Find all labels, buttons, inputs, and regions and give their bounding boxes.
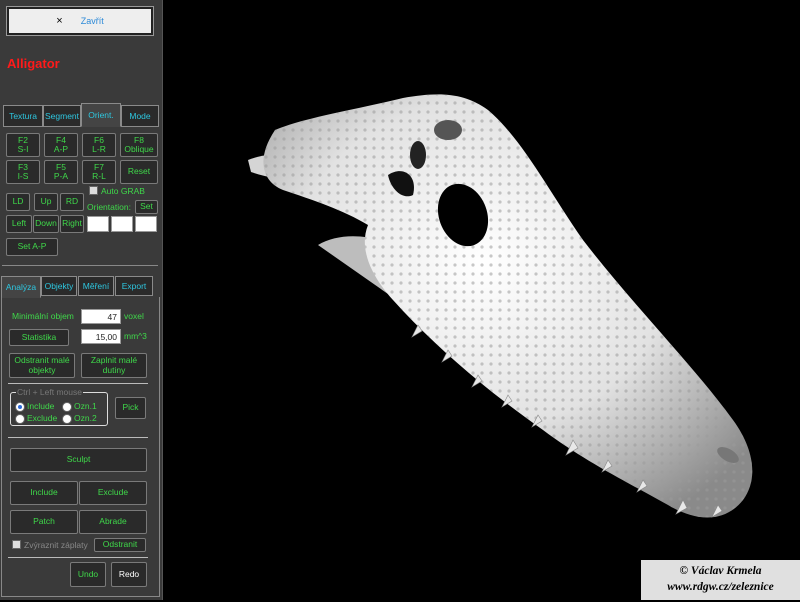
include-radio-label: Include [27, 401, 55, 411]
orientation-field-1[interactable] [87, 216, 109, 232]
exclude-radio-label: Exclude [27, 413, 58, 423]
include-button[interactable]: Include [10, 481, 78, 505]
radio-icon [62, 413, 72, 424]
abrade-button[interactable]: Abrade [79, 510, 147, 534]
exclude-radio[interactable]: Exclude [15, 413, 57, 424]
tab-orient[interactable]: Orient. [81, 103, 121, 127]
tab-objekty[interactable]: Objekty [41, 276, 77, 296]
undo-button[interactable]: Undo [70, 562, 106, 587]
tab-mode[interactable]: Mode [121, 105, 159, 127]
exclude-button[interactable]: Exclude [79, 481, 147, 505]
tab-analyza[interactable]: Analýza [1, 276, 41, 298]
auto-grab-label: Auto GRAB [101, 186, 145, 196]
orientation-set-button[interactable]: Set [135, 200, 158, 214]
rotate-up-button[interactable]: Up [34, 193, 58, 211]
close-button[interactable]: × Zavřít [6, 6, 154, 36]
rotate-rd-button[interactable]: RD [60, 193, 84, 211]
patch-button[interactable]: Patch [10, 510, 78, 534]
ozn1-radio[interactable]: Ozn.1 [62, 401, 97, 412]
orientation-label: Orientation: [87, 202, 131, 212]
ozn2-radio-label: Ozn.2 [74, 413, 97, 423]
tab-export[interactable]: Export [115, 276, 153, 296]
set-a-p-button[interactable]: Set A-P [6, 238, 58, 256]
auto-grab-checkbox[interactable] [89, 186, 98, 195]
include-radio[interactable]: Include [15, 401, 54, 412]
divider [8, 557, 148, 558]
close-label: Zavřít [80, 16, 104, 26]
view-s-i-button[interactable]: F2 S-I [6, 133, 40, 157]
pick-button[interactable]: Pick [115, 397, 146, 419]
min-volume-label: Minimální objem [12, 311, 74, 321]
radio-icon [62, 401, 72, 412]
orientation-field-3[interactable] [135, 216, 157, 232]
tab-mereni[interactable]: Měření [78, 276, 114, 296]
view-l-r-button[interactable]: F6 L-R [82, 133, 116, 157]
alligator-skull-render [248, 94, 753, 518]
divider [8, 383, 148, 384]
control-panel: × Zavřít Alligator Textura Segment Orien… [0, 0, 163, 600]
view-r-l-button[interactable]: F7 R-L [82, 160, 116, 184]
rotate-ld-button[interactable]: LD [6, 193, 30, 211]
remove-patches-button[interactable]: Odstranit [94, 538, 146, 552]
tab-textura[interactable]: Textura [3, 105, 43, 127]
tab-segment[interactable]: Segment [43, 105, 81, 127]
skull-shape [248, 94, 753, 518]
rotate-left-button[interactable]: Left [6, 215, 32, 233]
model-title: Alligator [7, 56, 60, 71]
statistics-button[interactable]: Statistika [9, 329, 69, 346]
mouse-mode-group-label: Ctrl + Left mouse [16, 387, 83, 397]
highlight-patches-label: Zvýraznit záplaty [24, 540, 88, 550]
remove-small-objects-button[interactable]: Odstranit malé objekty [9, 353, 75, 378]
divider [2, 265, 158, 266]
watermark-author: © Václav Krmela [679, 565, 762, 577]
stat-unit: mm^3 [124, 331, 147, 341]
sculpt-button[interactable]: Sculpt [10, 448, 147, 472]
rotate-down-button[interactable]: Down [33, 215, 59, 233]
view-a-p-button[interactable]: F4 A-P [44, 133, 78, 157]
divider [8, 437, 148, 438]
highlight-patches-checkbox[interactable] [12, 540, 21, 549]
radio-icon [15, 413, 25, 424]
reset-button[interactable]: Reset [120, 160, 158, 184]
orientation-field-2[interactable] [111, 216, 133, 232]
fill-small-cavities-button[interactable]: Zaplnit malé dutiny [81, 353, 147, 378]
rotate-right-button[interactable]: Right [60, 215, 84, 233]
min-volume-unit: voxel [124, 311, 144, 321]
view-oblique-button[interactable]: F8 Oblique [120, 133, 158, 157]
ozn1-radio-label: Ozn.1 [74, 401, 97, 411]
redo-button[interactable]: Redo [111, 562, 147, 587]
ozn2-radio[interactable]: Ozn.2 [62, 413, 97, 424]
view-p-a-button[interactable]: F5 P-A [44, 160, 78, 184]
watermark-url: www.rdgw.cz/zeleznice [667, 581, 774, 593]
stat-value-field[interactable]: 15,00 [81, 329, 121, 344]
copyright-watermark: © Václav Krmela www.rdgw.cz/zeleznice [641, 560, 800, 600]
min-volume-input[interactable]: 47 [81, 309, 121, 324]
radio-selected-icon [15, 401, 25, 412]
view-i-s-button[interactable]: F3 I-S [6, 160, 40, 184]
close-icon: × [56, 15, 63, 27]
3d-viewport[interactable] [163, 0, 800, 600]
